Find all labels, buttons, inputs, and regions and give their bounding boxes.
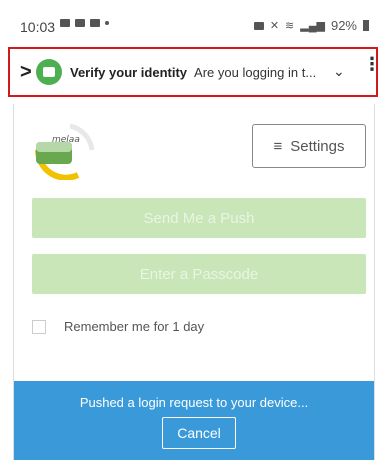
notification-text: Are you logging in t... xyxy=(194,64,317,80)
remember-label: Remember me for 1 day xyxy=(64,319,205,334)
status-left-icons xyxy=(60,19,109,27)
dot-icon xyxy=(105,21,109,25)
gallery-icon xyxy=(90,19,100,27)
status-footer: Pushed a login request to your device...… xyxy=(14,381,374,460)
chevron-down-icon[interactable]: ⌄ xyxy=(333,63,345,80)
verify-notification[interactable]: > Verify your identity Are you logging i… xyxy=(18,55,358,89)
wifi-icon: ≋ xyxy=(285,20,295,32)
enter-passcode-button[interactable]: Enter a Passcode xyxy=(32,254,366,294)
mute-icon: ✕ xyxy=(269,20,280,32)
settings-label: Settings xyxy=(290,137,345,155)
chevron-left-icon[interactable]: > xyxy=(20,61,32,84)
kebab-icon[interactable]: ⋮ xyxy=(363,54,381,75)
send-push-button[interactable]: Send Me a Push xyxy=(32,198,366,238)
brand-logo: melaa xyxy=(30,120,100,181)
status-time: 10:03 xyxy=(20,19,56,35)
menu-icon: ≡ xyxy=(273,137,283,155)
battery-icon xyxy=(363,20,369,31)
alarm-icon xyxy=(253,21,264,30)
login-frame: melaa ≡ Settings Send Me a Push Enter a … xyxy=(13,104,375,460)
cancel-button[interactable]: Cancel xyxy=(162,417,236,449)
battery-percent: 92% xyxy=(330,18,357,33)
app-icon xyxy=(36,59,62,85)
mail-icon xyxy=(75,19,85,27)
remember-checkbox[interactable] xyxy=(32,319,46,334)
status-bar: 10:03 ✕ ≋ ▂▄▆ 92% xyxy=(0,0,387,40)
push-status-message: Pushed a login request to your device... xyxy=(79,395,309,410)
signal-icon: ▂▄▆ xyxy=(300,20,325,32)
svg-text:melaa: melaa xyxy=(52,135,80,145)
status-right-icons: ✕ ≋ ▂▄▆ 92% xyxy=(253,18,369,33)
notification-title: Verify your identity xyxy=(70,64,188,80)
chat-icon xyxy=(60,19,70,27)
settings-button[interactable]: ≡ Settings xyxy=(252,124,366,168)
remember-me[interactable]: Remember me for 1 day xyxy=(32,319,204,334)
